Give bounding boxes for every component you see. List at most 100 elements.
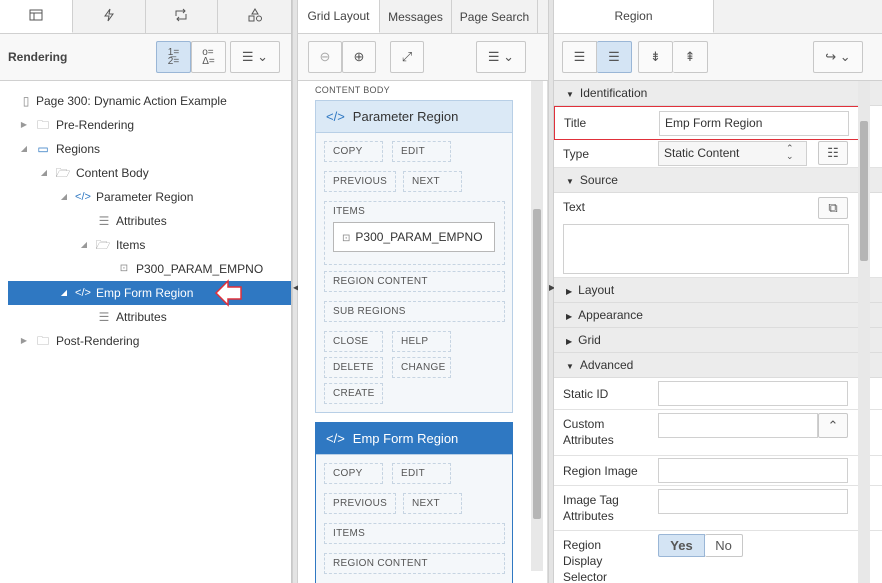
static-id-input[interactable] — [658, 381, 848, 406]
expand-field-button[interactable]: ⌃ — [818, 413, 848, 438]
tree-node-content-body[interactable]: ◢ 🗁 Content Body — [0, 161, 291, 185]
section-identification[interactable]: ▼ Identification — [554, 81, 882, 106]
section-layout[interactable]: ▶ Layout — [554, 278, 882, 303]
collapse-icon: ▼ — [566, 177, 574, 186]
yes-toggle[interactable]: Yes — [658, 534, 705, 557]
show-common-button[interactable]: ☰ — [562, 41, 597, 73]
region-parameter[interactable]: </> Parameter Region COPY EDIT PREVIOUS N… — [315, 100, 513, 413]
tree-node-post-rendering[interactable]: ▶ 🗀 Post-Rendering — [0, 329, 291, 353]
tab-region[interactable]: Region — [554, 0, 714, 33]
change-dropzone[interactable]: CHANGE — [392, 357, 451, 378]
collapse-icon[interactable]: ◢ — [79, 233, 89, 257]
expand-button[interactable]: ⤢ — [390, 41, 424, 73]
list-icon: ☷ — [827, 145, 839, 160]
text-textarea[interactable] — [563, 224, 849, 274]
collapse-icon[interactable]: ◢ — [59, 281, 69, 305]
create-dropzone[interactable]: CREATE — [324, 383, 383, 404]
region-content-dropzone[interactable]: REGION CONTENT — [324, 553, 505, 574]
collapse-icon[interactable]: ◢ — [19, 137, 29, 161]
no-toggle[interactable]: No — [705, 534, 743, 557]
code-icon: </> — [75, 191, 91, 203]
tab-grid-layout[interactable]: Grid Layout — [298, 0, 380, 33]
tree-node-attributes[interactable]: ☰ Attributes — [0, 305, 291, 329]
edit-dropzone[interactable]: EDIT — [392, 463, 451, 484]
page-item[interactable]: ⊡ P300_PARAM_EMPNO — [333, 222, 495, 252]
region-emp-form[interactable]: </> Emp Form Region COPY EDIT PREVIOUS NE… — [315, 422, 513, 583]
section-source[interactable]: ▼ Source — [554, 168, 882, 193]
next-dropzone[interactable]: NEXT — [403, 493, 462, 514]
tab-shared-components[interactable] — [218, 0, 291, 33]
scroll-thumb[interactable] — [860, 121, 868, 261]
section-appearance[interactable]: ▶ Appearance — [554, 303, 882, 328]
property-scrollbar[interactable] — [858, 81, 870, 583]
menu-icon: ☰ ⌄ — [241, 49, 269, 64]
expand-icon[interactable]: ▶ — [19, 113, 29, 137]
tree-node-attributes[interactable]: ☰ Attributes — [0, 209, 291, 233]
rendering-label: Rendering — [8, 50, 68, 64]
tab-processing[interactable] — [146, 0, 219, 33]
region-header[interactable]: </> Parameter Region — [316, 101, 512, 133]
delete-dropzone[interactable]: DELETE — [324, 357, 383, 378]
item-icon: ⊡ — [342, 233, 351, 244]
grid-scrollbar[interactable] — [531, 81, 543, 571]
right-tab-bar: Region — [554, 0, 882, 34]
code-editor-button[interactable]: ⧉ — [818, 197, 848, 219]
tree-node-regions[interactable]: ◢ ▭ Regions — [0, 137, 291, 161]
expand-icon[interactable]: ▶ — [19, 329, 29, 353]
tree-node-pre-rendering[interactable]: ▶ 🗀 Pre-Rendering — [0, 113, 291, 137]
tree-node-items[interactable]: ◢ 🗁 Items — [0, 233, 291, 257]
edit-dropzone[interactable]: EDIT — [392, 141, 451, 162]
tree-menu-button[interactable]: ☰ ⌄ — [230, 41, 280, 73]
collapse-icon[interactable]: ◢ — [39, 161, 49, 185]
collapse-icon[interactable]: ◢ — [59, 185, 69, 209]
show-all-button[interactable]: ☰ — [597, 41, 632, 73]
go-to-group-button[interactable]: ↪ ⌄ — [813, 41, 863, 73]
zoom-in-button[interactable]: ⊕ — [342, 41, 376, 73]
go-to-icon: ↪ ⌄ — [825, 49, 851, 64]
sub-regions-dropzone[interactable]: SUB REGIONS — [324, 301, 505, 322]
list-icon: ☰ — [98, 310, 110, 324]
title-input[interactable]: Emp Form Region — [659, 111, 849, 136]
tree-node-page[interactable]: ▯ Page 300: Dynamic Action Example — [0, 89, 291, 113]
expand-all-button[interactable]: ⇞ — [673, 41, 708, 73]
tree-node-parameter-region[interactable]: ◢ </> Parameter Region — [0, 185, 291, 209]
tab-messages[interactable]: Messages — [380, 0, 452, 33]
lines-icon: ☰ — [608, 49, 620, 64]
items-dropzone[interactable]: ITEMS — [324, 523, 505, 544]
region-image-property: Region Image — [554, 456, 882, 486]
tree-node-item-p300[interactable]: ⊡ P300_PARAM_EMPNO — [0, 257, 291, 281]
type-select[interactable]: Static Content — [658, 141, 807, 166]
view-by-component-button[interactable]: o= Δ= — [191, 41, 226, 73]
zoom-in-icon: ⊕ — [353, 49, 365, 64]
custom-attributes-input[interactable] — [658, 413, 818, 438]
copy-dropzone[interactable]: COPY — [324, 141, 383, 162]
list-icon: ☰ — [98, 214, 110, 228]
tab-rendering[interactable] — [0, 0, 73, 33]
layout-menu-button[interactable]: ☰ ⌄ — [476, 41, 526, 73]
close-dropzone[interactable]: CLOSE — [324, 331, 383, 352]
help-dropzone[interactable]: HELP — [392, 331, 451, 352]
collapse-all-button[interactable]: ⇟ — [638, 41, 673, 73]
previous-dropzone[interactable]: PREVIOUS — [324, 171, 396, 192]
next-dropzone[interactable]: NEXT — [403, 171, 462, 192]
copy-dropzone[interactable]: COPY — [324, 463, 383, 484]
region-content-dropzone[interactable]: REGION CONTENT — [324, 271, 505, 292]
static-id-label: Static ID — [563, 387, 609, 401]
list-button[interactable]: ☷ — [818, 141, 848, 165]
tab-page-search[interactable]: Page Search — [452, 0, 538, 33]
shapes-icon — [247, 8, 263, 25]
section-grid[interactable]: ▶ Grid — [554, 328, 882, 353]
region-image-input[interactable] — [658, 458, 848, 483]
region-icon: ▭ — [37, 142, 49, 156]
view-by-processing-order-button[interactable]: 1̲= 2= — [156, 41, 191, 73]
zoom-out-button[interactable]: ⊖ — [308, 41, 342, 73]
section-advanced[interactable]: ▼ Advanced — [554, 353, 882, 378]
select-arrows-icon[interactable]: ⌃ ⌄ — [786, 144, 794, 161]
tab-dynamic-actions[interactable] — [73, 0, 146, 33]
tree-node-emp-form-region[interactable]: ◢ </> Emp Form Region — [8, 279, 291, 307]
previous-dropzone[interactable]: PREVIOUS — [324, 493, 396, 514]
region-header[interactable]: </> Emp Form Region — [316, 423, 512, 455]
scroll-thumb[interactable] — [533, 209, 541, 519]
region-display-selector-label: Region Display Selector — [563, 538, 608, 583]
image-tag-attributes-input[interactable] — [658, 489, 848, 514]
